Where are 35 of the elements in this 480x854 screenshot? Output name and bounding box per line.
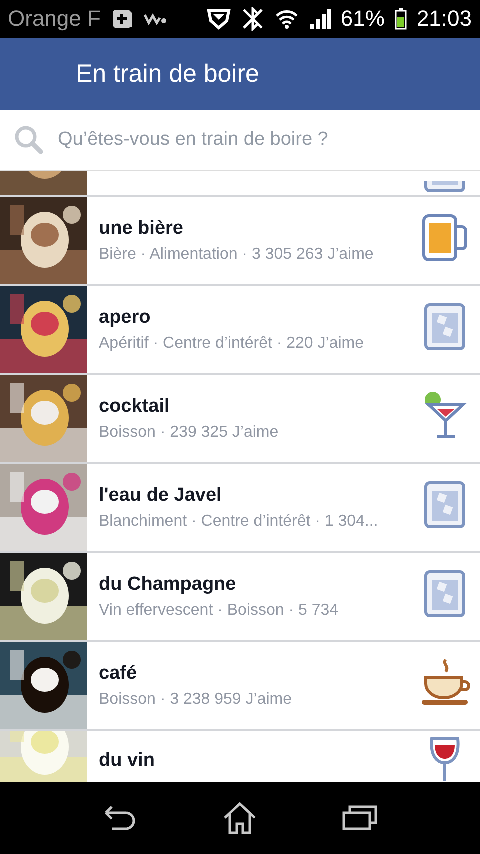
item-title[interactable]: l'eau de Javel: [99, 484, 410, 506]
carrier-name: Orange F: [8, 6, 101, 32]
cocktail-glass-icon: [423, 391, 467, 441]
item-details: Blanchiment · Centre d’intérêt · 1 304...: [99, 512, 380, 530]
plus-icon: [110, 8, 133, 30]
item-details: Boisson · 239 325 J’aime: [99, 424, 280, 442]
wine-glass-icon: [428, 736, 462, 780]
recent-apps-icon[interactable]: [342, 805, 378, 831]
shield-icon: [206, 8, 231, 30]
beer-mug-icon: [421, 213, 469, 263]
battery-icon: [394, 8, 407, 30]
walkman-icon: [142, 12, 167, 26]
wifi-icon: [274, 8, 299, 30]
clock-time: 21:03: [416, 6, 472, 32]
item-title[interactable]: café: [99, 662, 410, 684]
item-details: Bière · Alimentation · 3 305 263 J’aime: [99, 246, 375, 264]
item-title[interactable]: une bière: [99, 218, 410, 240]
item-title[interactable]: du vin: [99, 750, 410, 772]
ice-glass-icon: [424, 570, 466, 618]
item-title[interactable]: cocktail: [99, 396, 410, 418]
battery-percent: 61%: [340, 6, 385, 32]
page-title: En train de boire: [76, 60, 260, 88]
back-icon[interactable]: [102, 805, 138, 831]
ice-glass-icon: [424, 481, 466, 529]
signal-icon: [308, 9, 331, 29]
search-icon: [14, 125, 44, 155]
home-icon[interactable]: [222, 801, 258, 835]
bluetooth-off-icon: [240, 7, 265, 31]
item-details: Apéritif · Centre d’intérêt · 220 J’aime: [99, 334, 365, 352]
item-details: Vin effervescent · Boisson · 5 734: [99, 602, 340, 620]
ice-glass-icon: [424, 303, 466, 351]
item-details: Boisson · 3 238 959 J’aime: [99, 690, 293, 708]
coffee-cup-icon: [420, 658, 470, 708]
item-title[interactable]: du Champagne: [99, 574, 410, 596]
item-title[interactable]: apero: [99, 306, 410, 328]
